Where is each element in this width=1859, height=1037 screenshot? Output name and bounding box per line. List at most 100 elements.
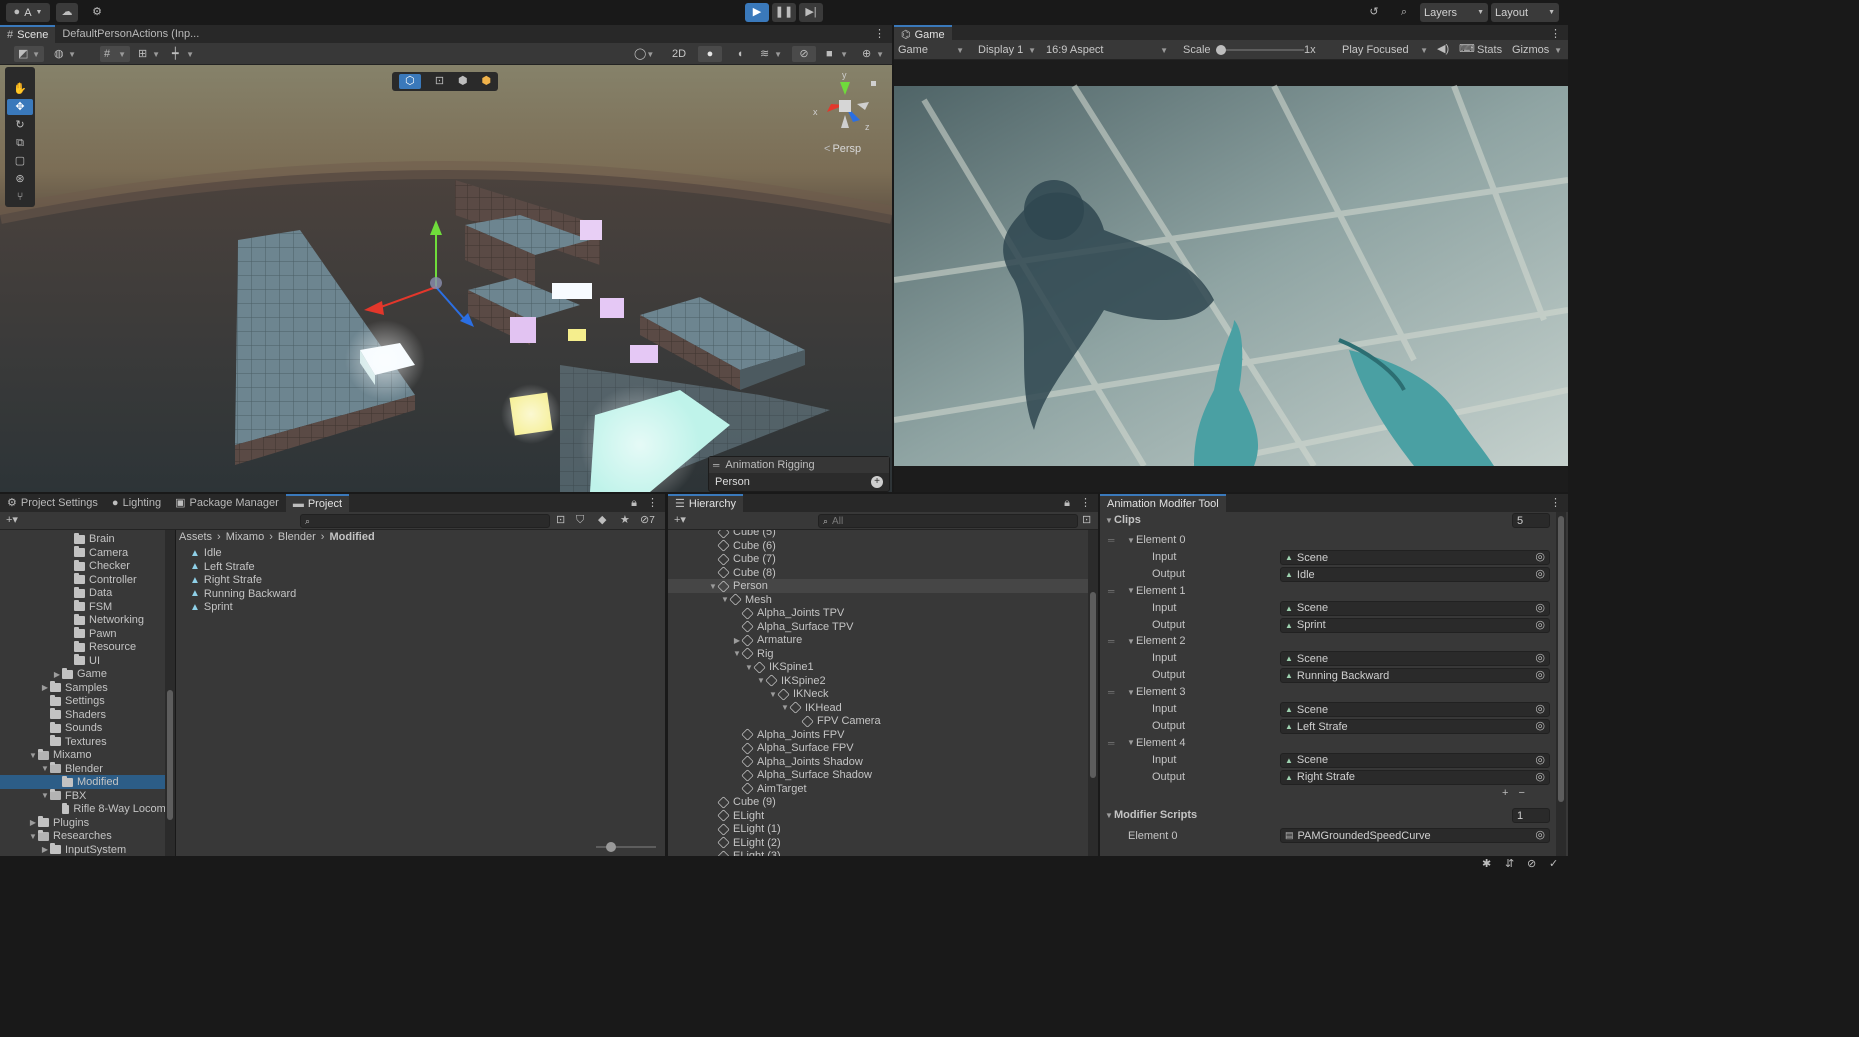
folder-tree-item[interactable]: ▼ Blender: [40, 762, 175, 776]
folder-tree-item[interactable]: ▶ InputSystem: [40, 843, 175, 857]
inspector-scroll-thumb[interactable]: [1558, 516, 1564, 802]
folder-tree-item[interactable]: ▼ Mixamo: [28, 748, 175, 762]
gizmos-toggle[interactable]: Gizmos ▼: [1508, 42, 1566, 58]
check-icon[interactable]: ✓: [1549, 859, 1558, 870]
folder-tree-item[interactable]: Data: [74, 586, 175, 600]
layers-dropdown[interactable]: Layers ▼: [1420, 3, 1488, 22]
input-object-field[interactable]: ▲ Scene ◎: [1280, 702, 1550, 718]
hierarchy-item[interactable]: ▶ Armature: [668, 633, 1088, 647]
persp-toggle[interactable]: < Persp: [824, 143, 861, 155]
mute-audio-icon[interactable]: ◀): [1437, 44, 1449, 55]
hierarchy-item[interactable]: Cube (7): [668, 552, 1088, 566]
chevron-down-icon[interactable]: ▼: [720, 595, 730, 604]
hierarchy-item[interactable]: ▼ IKHead: [668, 701, 1088, 715]
chevron-down-icon[interactable]: ▼: [732, 649, 742, 658]
input-object-field[interactable]: ▲ Scene ◎: [1280, 550, 1550, 565]
inspector-menu-button[interactable]: ⋮: [1543, 494, 1568, 512]
toggle-2d-button[interactable]: 2D: [666, 46, 692, 62]
star-icon[interactable]: ★: [620, 515, 630, 526]
hierarchy-item[interactable]: ELight (2): [668, 836, 1088, 850]
scale-slider-handle[interactable]: [1216, 45, 1226, 55]
object-picker-icon[interactable]: ◎: [1535, 602, 1545, 614]
add-circle-icon[interactable]: +: [871, 476, 883, 488]
aspect-dropdown[interactable]: 16:9 Aspect ▼: [1042, 42, 1172, 58]
icon-size-handle[interactable]: [606, 842, 616, 852]
hierarchy-scrollbar[interactable]: [1088, 530, 1098, 856]
chevron-right-icon[interactable]: ▶: [40, 683, 50, 692]
folder-tree-item[interactable]: Brain: [74, 532, 175, 546]
hierarchy-item[interactable]: ELight (3): [668, 849, 1088, 856]
custom-tool-icon[interactable]: ⑂: [7, 189, 33, 205]
chevron-down-icon[interactable]: ▼: [780, 703, 790, 712]
folder-tree-item[interactable]: FSM: [74, 600, 175, 614]
object-picker-icon[interactable]: ◎: [1535, 552, 1545, 563]
tab-scene[interactable]: # Scene: [0, 25, 56, 43]
collab-button[interactable]: ⚙: [86, 3, 108, 22]
object-picker-icon[interactable]: ◎: [1535, 721, 1545, 732]
hierarchy-item[interactable]: ▼ Person: [668, 579, 1088, 593]
chevron-down-icon[interactable]: ▼: [28, 832, 38, 841]
display-dropdown[interactable]: Display 1 ▼: [974, 42, 1040, 58]
search-by-type-icon[interactable]: ⊡: [556, 515, 565, 526]
step-button[interactable]: ▶|: [799, 3, 823, 22]
hierarchy-item[interactable]: ELight: [668, 809, 1088, 823]
camera-dropdown[interactable]: ■ ▼: [822, 46, 852, 62]
chevron-right-icon[interactable]: ▶: [28, 818, 38, 827]
asset-list-item[interactable]: ▲ Sprint: [190, 600, 233, 614]
cube-view-icon[interactable]: ⬡: [398, 74, 421, 89]
bug-icon[interactable]: ✱: [1482, 859, 1491, 870]
folder-tree-item[interactable]: ▼ FBX: [40, 789, 175, 803]
folder-tree-item[interactable]: Sounds: [50, 721, 175, 735]
folder-tree-item[interactable]: UI: [74, 654, 175, 668]
hierarchy-item[interactable]: Cube (8): [668, 566, 1088, 580]
object-picker-icon[interactable]: ◎: [1535, 830, 1545, 841]
folder-tree-item[interactable]: Camera: [74, 546, 175, 560]
inspector-scrollbar[interactable]: [1556, 512, 1566, 856]
folder-tree-item[interactable]: Shaders: [50, 708, 175, 722]
input-object-field[interactable]: ▲ Scene ◎: [1280, 752, 1550, 768]
transform-tool-icon[interactable]: ⊛: [7, 171, 33, 187]
folder-tree-item[interactable]: Networking: [74, 613, 175, 627]
folder-tree-item[interactable]: Modified: [0, 775, 165, 789]
input-object-field[interactable]: ▲ Scene ◎: [1280, 651, 1550, 667]
chevron-right-icon[interactable]: ▶: [52, 670, 62, 679]
asset-list-item[interactable]: ▲ Right Strafe: [190, 573, 262, 587]
modifier-scripts-count-field[interactable]: 1: [1512, 808, 1550, 823]
tab-package-manager[interactable]: ▣ Package Manager: [168, 494, 286, 512]
minus-icon[interactable]: −: [1518, 788, 1524, 799]
account-dropdown[interactable]: ● A ▼: [6, 3, 50, 22]
breadcrumb-item[interactable]: Blender: [278, 531, 316, 543]
hierarchy-item[interactable]: ▼ IKNeck: [668, 687, 1088, 701]
script-object-field[interactable]: ▤ PAMGroundedSpeedCurve ◎: [1280, 828, 1550, 843]
hierarchy-item[interactable]: AimTarget: [668, 782, 1088, 796]
chevron-down-icon[interactable]: ▼: [40, 791, 50, 800]
rotate-tool-icon[interactable]: ↻: [7, 117, 33, 133]
element-foldout[interactable]: ▼ Element 4: [1126, 737, 1186, 749]
tab-lighting[interactable]: ● Lighting: [105, 494, 168, 512]
hierarchy-item[interactable]: Cube (9): [668, 795, 1088, 809]
folder-tree-item[interactable]: ▶ Plugins: [28, 816, 175, 830]
snap-increment-dropdown[interactable]: ⊞ ▼: [134, 46, 164, 62]
folder-tree-item[interactable]: ▶ Game: [52, 667, 175, 681]
hierarchy-item[interactable]: ▼ Mesh: [668, 593, 1088, 607]
folder-tree-item[interactable]: Pawn: [74, 627, 175, 641]
hierarchy-search-input[interactable]: ⌕ All: [818, 514, 1078, 528]
game-view-dropdown[interactable]: Game ▼: [894, 42, 968, 58]
asset-list-item[interactable]: ▲ Running Backward: [190, 587, 296, 601]
element-foldout[interactable]: ▼ Element 0: [1126, 534, 1186, 546]
hierarchy-scroll-thumb[interactable]: [1090, 592, 1096, 778]
view-options-dropdown[interactable]: ◍ ▼: [50, 46, 80, 62]
object-picker-icon[interactable]: ◎: [1535, 670, 1545, 681]
element-foldout[interactable]: ▼ Element 2: [1126, 635, 1186, 647]
shading-mode-dropdown[interactable]: ◯ ▼: [630, 46, 658, 62]
chevron-down-icon[interactable]: ▼: [28, 751, 38, 760]
tab-animation-modifier-tool[interactable]: Animation Modifer Tool: [1100, 494, 1226, 512]
scene-viewport[interactable]: ✋ ✥ ↻ ⧉ ▢ ⊛ ⑂ ⬡ ⊡ ⬢ ⬢ y x z < Persp ═ An…: [0, 65, 892, 492]
tab-project-settings[interactable]: ⚙ Project Settings: [0, 494, 105, 512]
project-lock-button[interactable]: 🔒︎ ⋮: [624, 494, 665, 512]
chevron-down-icon[interactable]: ▼: [756, 676, 766, 685]
hierarchy-item[interactable]: FPV Camera: [668, 714, 1088, 728]
clips-foldout[interactable]: ▼ Clips: [1104, 514, 1141, 526]
folder-tree-item[interactable]: Checker: [74, 559, 175, 573]
clips-count-field[interactable]: 5: [1512, 513, 1550, 528]
